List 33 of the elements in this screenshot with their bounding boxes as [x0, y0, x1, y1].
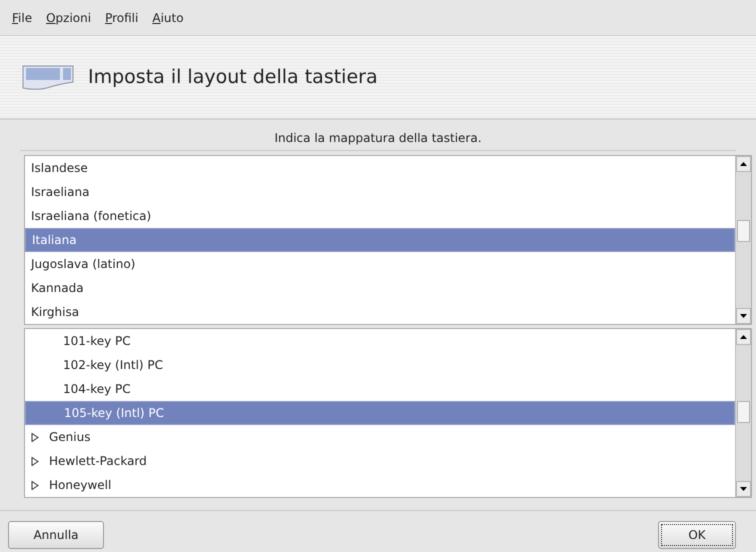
expand-arrow-icon[interactable] [31, 481, 39, 490]
tree-item[interactable]: 101-key PC [25, 329, 735, 353]
page-title: Imposta il layout della tastiera [88, 64, 378, 90]
menu-item[interactable]: File [12, 8, 32, 26]
layout-item[interactable]: Kirghisa [25, 300, 735, 324]
tree-item[interactable]: 105-key (Intl) PC [25, 401, 735, 425]
layout-item[interactable]: Italiana [25, 228, 735, 252]
scroll-down-icon[interactable] [740, 487, 747, 491]
menu-item[interactable]: Opzioni [46, 8, 92, 26]
prompt-text: Indica la mappatura della tastiera. [20, 120, 736, 151]
scrollbar[interactable] [735, 329, 751, 497]
menu-item[interactable]: Aiuto [152, 8, 184, 26]
layout-item[interactable]: Israeliana [25, 180, 735, 204]
layout-item[interactable]: Kannada [25, 276, 735, 300]
tree-item[interactable]: 102-key (Intl) PC [25, 353, 735, 377]
layout-item[interactable]: Israeliana (fonetica) [25, 204, 735, 228]
layout-item[interactable]: Islandese [25, 156, 735, 180]
scroll-down-icon[interactable] [740, 314, 747, 318]
scrollbar[interactable] [735, 156, 751, 324]
scroll-up-icon[interactable] [740, 335, 747, 339]
scroll-up-icon[interactable] [740, 162, 747, 166]
scrollbar-thumb[interactable] [737, 401, 750, 423]
tree-item[interactable]: Genius [25, 425, 735, 449]
cancel-button[interactable]: Annulla [8, 521, 104, 549]
scrollbar-thumb[interactable] [737, 220, 750, 242]
ok-button[interactable]: OK [658, 521, 736, 549]
layout-item[interactable]: Jugoslava (latino) [25, 252, 735, 276]
menu-item[interactable]: Profili [105, 8, 138, 26]
tree-item[interactable]: 104-key PC [25, 377, 735, 401]
expand-arrow-icon[interactable] [31, 457, 39, 466]
tree-item[interactable]: Hewlett-Packard [25, 449, 735, 473]
expand-arrow-icon[interactable] [31, 433, 39, 442]
tree-item[interactable]: Honeywell [25, 473, 735, 497]
